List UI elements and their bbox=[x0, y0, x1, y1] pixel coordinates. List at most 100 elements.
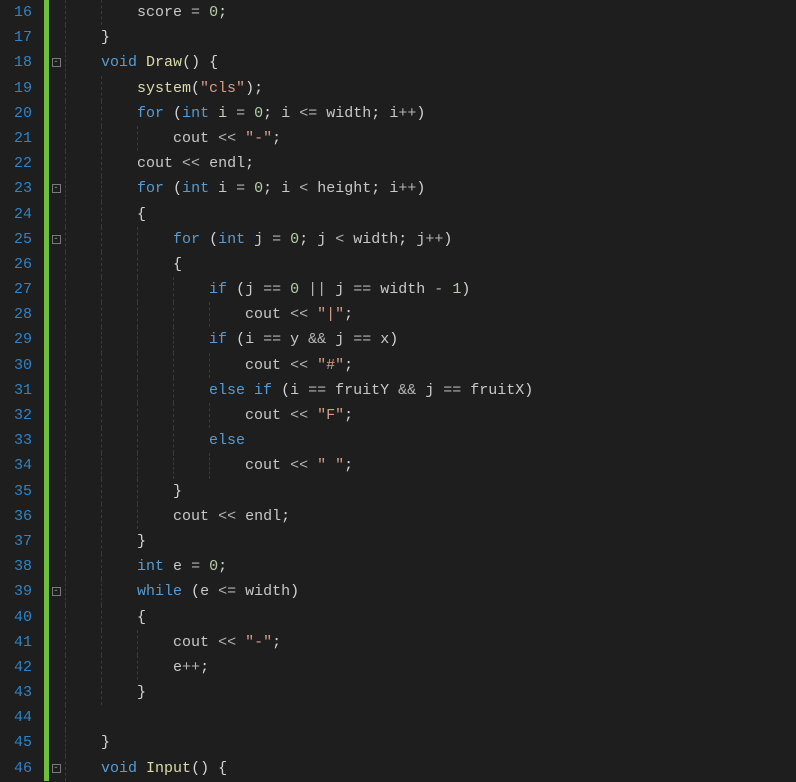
line-number[interactable]: 45 bbox=[0, 730, 44, 755]
minus-icon[interactable]: - bbox=[52, 235, 61, 244]
line-number[interactable]: 25 bbox=[0, 227, 44, 252]
indent-guides bbox=[65, 705, 665, 730]
line-number[interactable]: 39 bbox=[0, 579, 44, 604]
indent-guides bbox=[65, 730, 665, 755]
code-line[interactable]: e++; bbox=[65, 655, 796, 680]
line-number[interactable]: 42 bbox=[0, 655, 44, 680]
change-indicator bbox=[44, 76, 49, 101]
line-number[interactable]: 30 bbox=[0, 353, 44, 378]
line-number[interactable]: 16 bbox=[0, 0, 44, 25]
code-line[interactable]: void Input() { bbox=[65, 756, 796, 781]
code-line[interactable]: else if (i == fruitY && j == fruitX) bbox=[65, 378, 796, 403]
change-indicator bbox=[44, 277, 49, 302]
code-line[interactable] bbox=[65, 705, 796, 730]
change-indicator bbox=[44, 479, 49, 504]
indent-guides bbox=[65, 680, 665, 705]
gutter-row: 36 bbox=[0, 504, 63, 529]
code-line[interactable]: cout << "|"; bbox=[65, 302, 796, 327]
line-number[interactable]: 46 bbox=[0, 756, 44, 781]
gutter-row: 21 bbox=[0, 126, 63, 151]
code-line[interactable]: { bbox=[65, 252, 796, 277]
indent-guides bbox=[65, 605, 665, 630]
gutter-row: 18- bbox=[0, 50, 63, 75]
line-number[interactable]: 17 bbox=[0, 25, 44, 50]
code-line[interactable]: cout << endl; bbox=[65, 504, 796, 529]
code-line[interactable]: } bbox=[65, 680, 796, 705]
gutter-row: 27 bbox=[0, 277, 63, 302]
code-line[interactable]: for (int j = 0; j < width; j++) bbox=[65, 227, 796, 252]
code-area[interactable]: score = 0; } void Draw() { system("cls")… bbox=[63, 0, 796, 782]
code-line[interactable]: else bbox=[65, 428, 796, 453]
minus-icon[interactable]: - bbox=[52, 764, 61, 773]
line-number[interactable]: 38 bbox=[0, 554, 44, 579]
gutter-row: 39- bbox=[0, 579, 63, 604]
line-number[interactable]: 21 bbox=[0, 126, 44, 151]
code-line[interactable]: void Draw() { bbox=[65, 50, 796, 75]
code-line[interactable]: cout << "-"; bbox=[65, 126, 796, 151]
line-number[interactable]: 29 bbox=[0, 327, 44, 352]
fold-toggle[interactable]: - bbox=[49, 235, 63, 244]
gutter-row: 34 bbox=[0, 453, 63, 478]
line-number[interactable]: 37 bbox=[0, 529, 44, 554]
code-line[interactable]: score = 0; bbox=[65, 0, 796, 25]
code-line[interactable]: cout << "F"; bbox=[65, 403, 796, 428]
change-indicator bbox=[44, 655, 49, 680]
line-number[interactable]: 34 bbox=[0, 453, 44, 478]
change-indicator bbox=[44, 403, 49, 428]
line-number[interactable]: 32 bbox=[0, 403, 44, 428]
gutter-row: 45 bbox=[0, 730, 63, 755]
code-line[interactable]: { bbox=[65, 605, 796, 630]
line-number[interactable]: 26 bbox=[0, 252, 44, 277]
line-number[interactable]: 20 bbox=[0, 101, 44, 126]
line-number[interactable]: 22 bbox=[0, 151, 44, 176]
code-line[interactable]: for (int i = 0; i <= width; i++) bbox=[65, 101, 796, 126]
gutter-row: 23- bbox=[0, 176, 63, 201]
minus-icon[interactable]: - bbox=[52, 184, 61, 193]
code-line[interactable]: system("cls"); bbox=[65, 76, 796, 101]
gutter-row: 32 bbox=[0, 403, 63, 428]
line-number[interactable]: 23 bbox=[0, 176, 44, 201]
code-line[interactable]: cout << "#"; bbox=[65, 353, 796, 378]
line-number[interactable]: 36 bbox=[0, 504, 44, 529]
fold-toggle[interactable]: - bbox=[49, 58, 63, 67]
code-editor[interactable]: 161718-1920212223-2425-26272829303132333… bbox=[0, 0, 796, 782]
change-indicator bbox=[44, 453, 49, 478]
change-indicator bbox=[44, 353, 49, 378]
code-line[interactable]: for (int i = 0; i < height; i++) bbox=[65, 176, 796, 201]
line-number[interactable]: 19 bbox=[0, 76, 44, 101]
code-line[interactable]: { bbox=[65, 202, 796, 227]
line-number[interactable]: 43 bbox=[0, 680, 44, 705]
fold-toggle[interactable]: - bbox=[49, 184, 63, 193]
change-indicator bbox=[44, 504, 49, 529]
line-number[interactable]: 33 bbox=[0, 428, 44, 453]
fold-toggle[interactable]: - bbox=[49, 764, 63, 773]
line-number[interactable]: 24 bbox=[0, 202, 44, 227]
code-line[interactable]: cout << " "; bbox=[65, 453, 796, 478]
fold-toggle[interactable]: - bbox=[49, 587, 63, 596]
code-line[interactable]: } bbox=[65, 529, 796, 554]
line-number[interactable]: 31 bbox=[0, 378, 44, 403]
code-line[interactable]: cout << endl; bbox=[65, 151, 796, 176]
line-number[interactable]: 18 bbox=[0, 50, 44, 75]
code-line[interactable]: if (j == 0 || j == width - 1) bbox=[65, 277, 796, 302]
change-indicator bbox=[44, 554, 49, 579]
gutter: 161718-1920212223-2425-26272829303132333… bbox=[0, 0, 63, 782]
code-line[interactable]: int e = 0; bbox=[65, 554, 796, 579]
line-number[interactable]: 40 bbox=[0, 605, 44, 630]
gutter-row: 26 bbox=[0, 252, 63, 277]
line-number[interactable]: 27 bbox=[0, 277, 44, 302]
minus-icon[interactable]: - bbox=[52, 587, 61, 596]
gutter-row: 37 bbox=[0, 529, 63, 554]
code-line[interactable]: cout << "-"; bbox=[65, 630, 796, 655]
code-line[interactable]: } bbox=[65, 730, 796, 755]
code-line[interactable]: while (e <= width) bbox=[65, 579, 796, 604]
line-number[interactable]: 41 bbox=[0, 630, 44, 655]
minus-icon[interactable]: - bbox=[52, 58, 61, 67]
line-number[interactable]: 44 bbox=[0, 705, 44, 730]
line-number[interactable]: 28 bbox=[0, 302, 44, 327]
code-line[interactable]: } bbox=[65, 25, 796, 50]
code-line[interactable]: if (i == y && j == x) bbox=[65, 327, 796, 352]
line-number[interactable]: 35 bbox=[0, 479, 44, 504]
code-line[interactable]: } bbox=[65, 479, 796, 504]
gutter-row: 42 bbox=[0, 655, 63, 680]
